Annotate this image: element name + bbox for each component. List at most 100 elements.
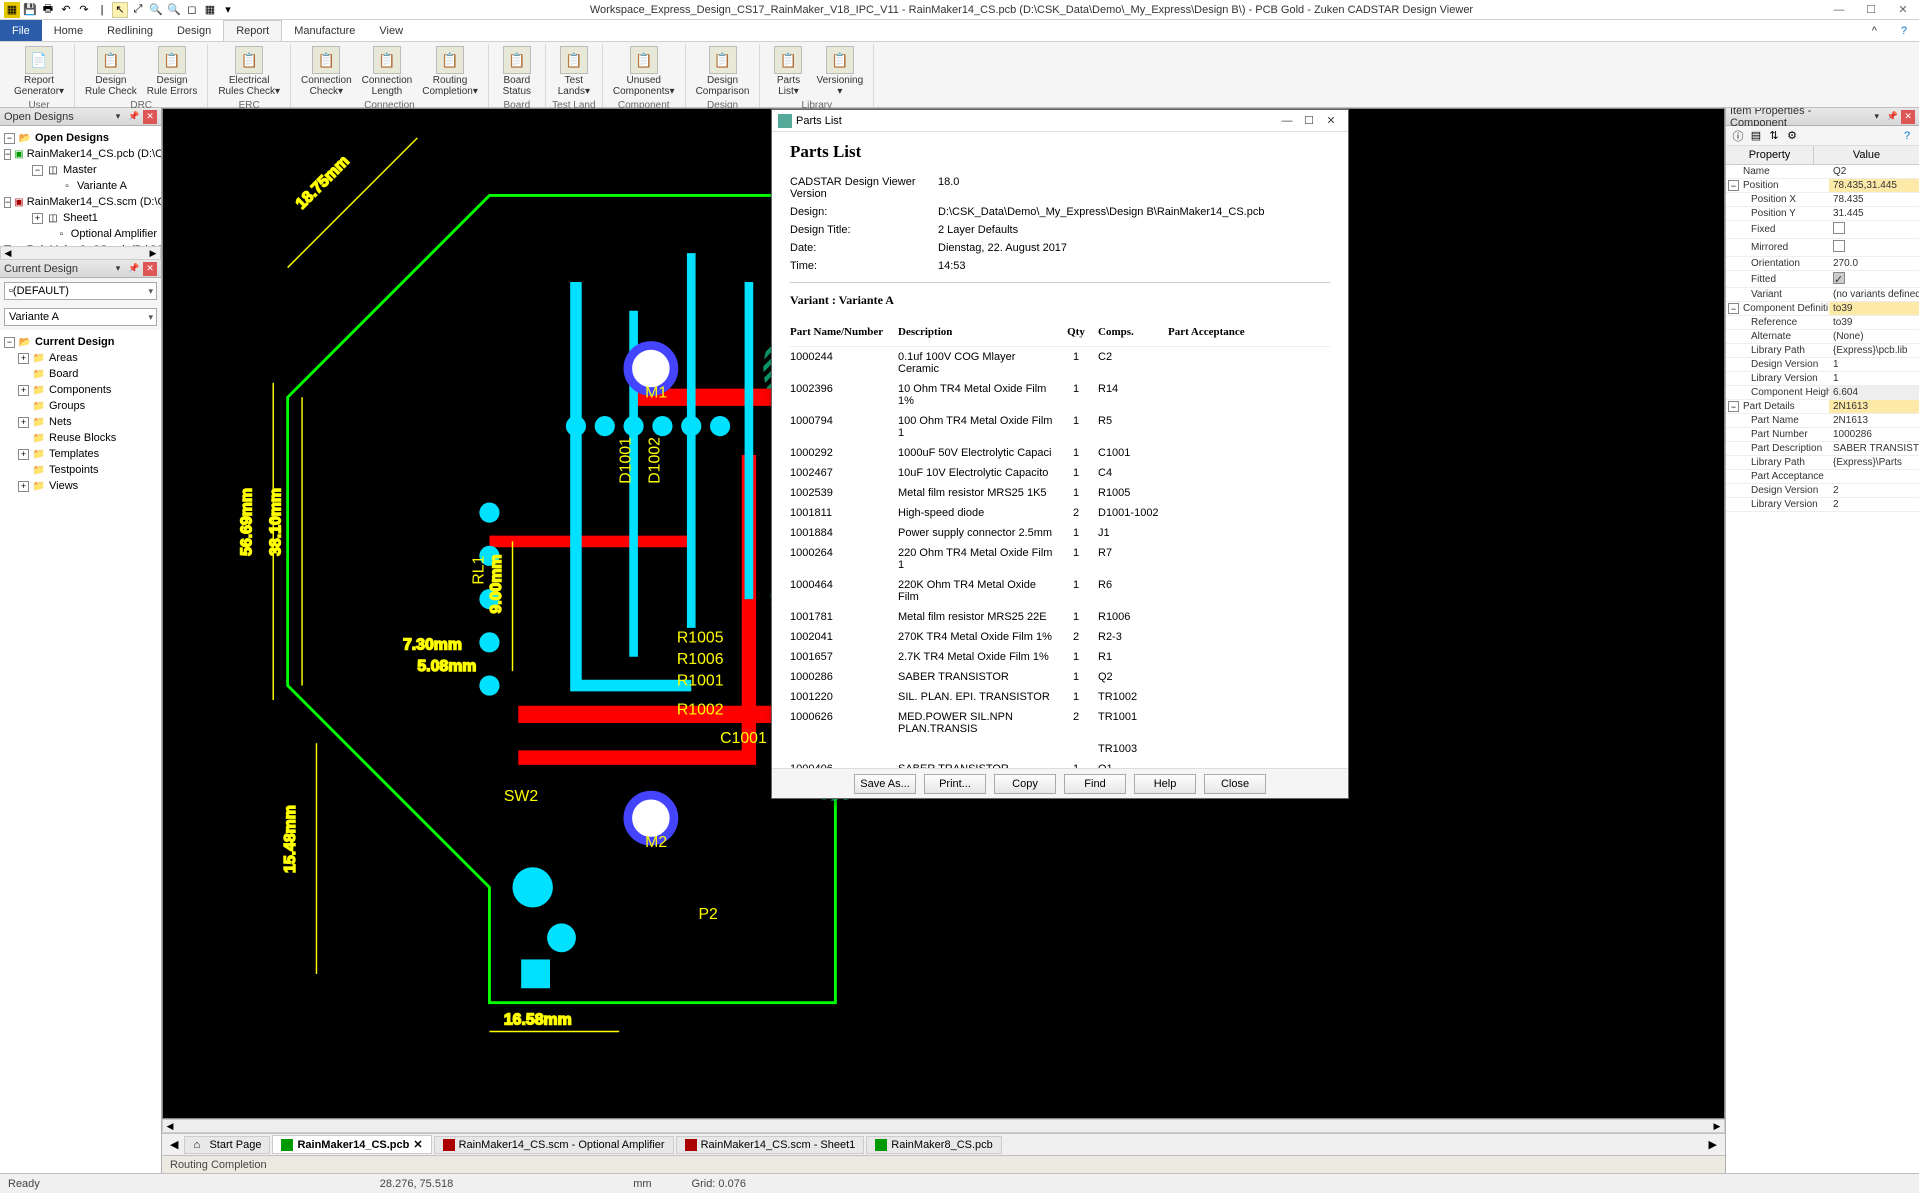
expand-icon[interactable]: +: [18, 481, 29, 492]
tree-item[interactable]: Groups: [49, 400, 85, 412]
panel-pin[interactable]: 📌: [1886, 110, 1900, 124]
tab-manufacture[interactable]: Manufacture: [282, 20, 367, 41]
tabs-nav-right[interactable]: ▶: [1705, 1138, 1721, 1151]
ribbon-collapse[interactable]: ^: [1860, 20, 1889, 41]
info-icon[interactable]: ⓘ: [1730, 128, 1746, 144]
close-button[interactable]: ✕: [1891, 2, 1915, 18]
dialog-minimize[interactable]: —: [1276, 112, 1298, 130]
connection-length-button[interactable]: 📋Connection Length: [358, 44, 417, 99]
expand-icon[interactable]: +: [18, 385, 29, 396]
tree-item[interactable]: Components: [49, 384, 111, 396]
expand-icon[interactable]: −: [4, 133, 15, 144]
tree-item[interactable]: Views: [49, 480, 78, 492]
tab-close-icon[interactable]: ✕: [413, 1138, 422, 1151]
tab-redlining[interactable]: Redlining: [95, 20, 165, 41]
pointer-icon[interactable]: ↖: [112, 2, 128, 18]
qat-custom-icon[interactable]: ▾: [220, 2, 236, 18]
zoom-in-icon[interactable]: 🔍: [148, 2, 164, 18]
expand-icon[interactable]: +: [18, 353, 29, 364]
pcb-canvas[interactable]: M1 M2 SW2 P2 C1001 RL1 D1001 D1002 R1005…: [162, 108, 1725, 1119]
expand-icon[interactable]: −: [4, 149, 11, 160]
tree-item[interactable]: Variante A: [77, 180, 127, 192]
versioning-button[interactable]: 📋Versioning ▾: [812, 44, 867, 99]
unused-components-button[interactable]: 📋Unused Components▾: [609, 44, 679, 99]
expand-icon[interactable]: +: [18, 417, 29, 428]
expand-icon[interactable]: +: [32, 213, 43, 224]
tree-hscroll[interactable]: ◀▶: [0, 246, 161, 260]
tree-icon[interactable]: ▤: [1748, 128, 1764, 144]
close-button[interactable]: Close: [1204, 774, 1266, 794]
panel-close[interactable]: ✕: [1901, 110, 1915, 124]
panel-dropdown[interactable]: ▾: [111, 262, 125, 276]
doctab-start[interactable]: ⌂Start Page: [184, 1136, 270, 1154]
print-button[interactable]: Print...: [924, 774, 986, 794]
dialog-maximize[interactable]: ☐: [1298, 112, 1320, 130]
select-all-icon[interactable]: ▦: [202, 2, 218, 18]
panel-pin[interactable]: 📌: [127, 110, 141, 124]
expand-icon[interactable]: +: [18, 449, 29, 460]
expand-icon[interactable]: −: [32, 165, 43, 176]
ribbon-help[interactable]: ?: [1889, 20, 1919, 41]
expand-icon[interactable]: −: [4, 337, 15, 348]
copy-button[interactable]: Copy: [994, 774, 1056, 794]
board-status-button[interactable]: 📋Board Status: [495, 44, 539, 99]
checkbox[interactable]: ✓: [1833, 272, 1845, 284]
tree-item[interactable]: Templates: [49, 448, 99, 460]
test-lands-button[interactable]: 📋Test Lands▾: [552, 44, 596, 99]
tree-item[interactable]: Optional Amplifier: [71, 228, 157, 240]
expand-icon[interactable]: −: [1728, 180, 1739, 191]
tree-item[interactable]: Areas: [49, 352, 78, 364]
panel-dropdown[interactable]: ▾: [111, 110, 125, 124]
zoom-all-icon[interactable]: ⤢: [130, 2, 146, 18]
minimize-button[interactable]: —: [1827, 2, 1851, 18]
help-icon[interactable]: ?: [1899, 128, 1915, 144]
default-combo[interactable]: ▫(DEFAULT): [4, 282, 157, 300]
panel-dropdown[interactable]: ▾: [1870, 110, 1884, 124]
tree-item[interactable]: Master: [63, 164, 97, 176]
tree-root[interactable]: Open Designs: [35, 132, 109, 144]
maximize-button[interactable]: ☐: [1859, 2, 1883, 18]
doctab-4[interactable]: RainMaker8_CS.pcb: [866, 1136, 1002, 1154]
save-as-button[interactable]: Save As...: [854, 774, 916, 794]
expand-icon[interactable]: −: [4, 197, 11, 208]
sort-icon[interactable]: ⇅: [1766, 128, 1782, 144]
expand-icon[interactable]: −: [1728, 303, 1739, 314]
checkbox[interactable]: [1833, 222, 1845, 234]
filter-icon[interactable]: ⚙: [1784, 128, 1800, 144]
panel-close[interactable]: ✕: [143, 262, 157, 276]
tree-item[interactable]: RainMaker14_CS.pcb (D:\CSK: [27, 148, 161, 160]
find-button[interactable]: Find: [1064, 774, 1126, 794]
help-button[interactable]: Help: [1134, 774, 1196, 794]
tree-root[interactable]: Current Design: [35, 336, 114, 348]
doctab-2[interactable]: RainMaker14_CS.scm - Optional Amplifier: [434, 1136, 674, 1154]
tab-view[interactable]: View: [367, 20, 415, 41]
checkbox[interactable]: [1833, 240, 1845, 252]
design-rule-check-button[interactable]: 📋Design Rule Check: [81, 44, 141, 99]
routing-completion-button[interactable]: 📋Routing Completion▾: [418, 44, 482, 99]
tree-item[interactable]: Testpoints: [49, 464, 99, 476]
print-icon[interactable]: 🖶: [40, 2, 56, 18]
electrical-rules-check-button[interactable]: 📋Electrical Rules Check▾: [214, 44, 284, 99]
tree-item[interactable]: Reuse Blocks: [49, 432, 116, 444]
dialog-close[interactable]: ✕: [1320, 112, 1342, 130]
tab-design[interactable]: Design: [165, 20, 223, 41]
panel-close[interactable]: ✕: [143, 110, 157, 124]
parts-list-button[interactable]: 📋Parts List▾: [766, 44, 810, 99]
dialog-titlebar[interactable]: Parts List — ☐ ✕: [772, 110, 1348, 132]
save-icon[interactable]: 💾: [22, 2, 38, 18]
frame-icon[interactable]: ◻: [184, 2, 200, 18]
tabs-nav-left[interactable]: ◀: [166, 1138, 182, 1151]
doctab-3[interactable]: RainMaker14_CS.scm - Sheet1: [676, 1136, 865, 1154]
report-generator-button[interactable]: 📄Report Generator▾: [10, 44, 68, 99]
design-rule-errors-button[interactable]: 📋Design Rule Errors: [143, 44, 202, 99]
expand-icon[interactable]: −: [1728, 401, 1739, 412]
redo-icon[interactable]: ↷: [76, 2, 92, 18]
tab-home[interactable]: Home: [42, 20, 95, 41]
zoom-out-icon[interactable]: 🔍: [166, 2, 182, 18]
tab-file[interactable]: File: [0, 20, 42, 41]
connection-check-button[interactable]: 📋Connection Check▾: [297, 44, 356, 99]
doctab-1[interactable]: RainMaker14_CS.pcb✕: [272, 1135, 431, 1154]
canvas-hscroll[interactable]: ◀▶: [162, 1119, 1725, 1133]
tab-report[interactable]: Report: [223, 20, 282, 41]
panel-pin[interactable]: 📌: [127, 262, 141, 276]
